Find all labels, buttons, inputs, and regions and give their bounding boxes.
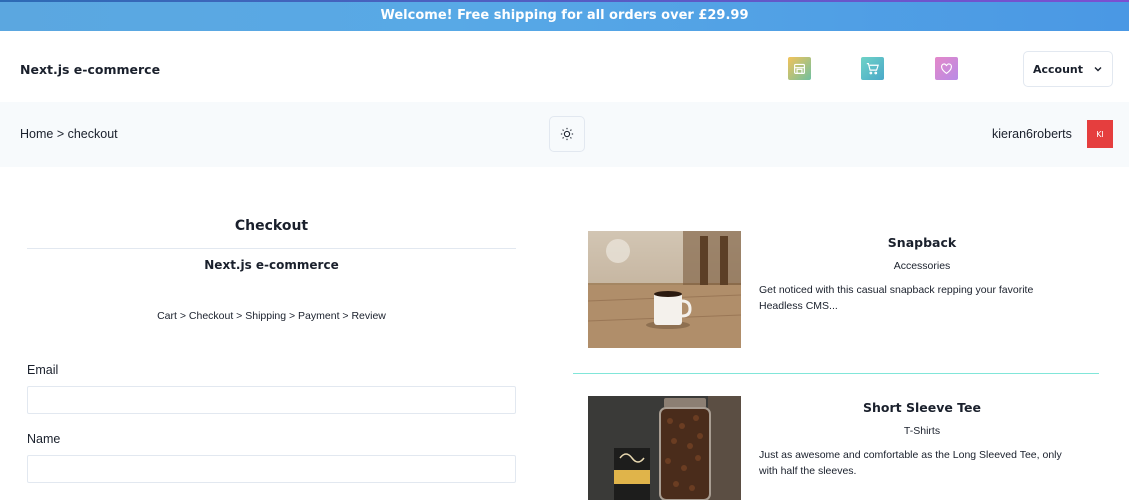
product-item: Short Sleeve Tee T-Shirts Just as awesom…: [573, 396, 1099, 500]
promo-banner-text: Welcome! Free shipping for all orders ov…: [380, 8, 749, 23]
chevron-down-icon: [1094, 67, 1102, 72]
username: kieran6roberts: [992, 127, 1072, 141]
checkout-store-name: Next.js e-commerce: [204, 258, 339, 272]
product-description: Just as awesome and comfortable as the L…: [759, 449, 1062, 477]
store-icon[interactable]: [788, 57, 811, 80]
product-description: Get noticed with this casual snapback re…: [759, 284, 1034, 312]
checkout-steps: Cart > Checkout > Shipping > Payment > R…: [157, 310, 386, 322]
account-label: Account: [1032, 62, 1084, 76]
product-category: T-Shirts: [903, 425, 941, 437]
account-button[interactable]: Account: [1023, 51, 1113, 87]
breadcrumb[interactable]: Home > checkout: [20, 127, 118, 141]
divider: [27, 248, 516, 249]
breadcrumb-bar: Home > checkout kieran6roberts KI: [0, 102, 1129, 167]
product-image-coffee-jar[interactable]: [588, 396, 741, 500]
name-field[interactable]: [27, 455, 516, 483]
theme-toggle-button[interactable]: [549, 116, 585, 152]
name-label: Name: [27, 432, 61, 446]
promo-banner: Welcome! Free shipping for all orders ov…: [0, 0, 1129, 31]
email-label: Email: [27, 363, 59, 377]
sun-icon: [560, 127, 574, 141]
product-name[interactable]: Short Sleeve Tee: [759, 400, 1085, 415]
divider: [573, 373, 1099, 374]
brand-logo[interactable]: Next.js e-commerce: [20, 62, 160, 77]
site-header: Next.js e-commerce Account: [0, 31, 1129, 102]
product-item: Snapback Accessories Get noticed with th…: [573, 231, 1099, 351]
product-category: Accessories: [893, 260, 951, 272]
avatar[interactable]: KI: [1087, 120, 1113, 148]
heart-icon[interactable]: [935, 57, 958, 80]
cart-icon[interactable]: [861, 57, 884, 80]
product-image-coffee-mug[interactable]: [588, 231, 741, 348]
email-field[interactable]: [27, 386, 516, 414]
product-name[interactable]: Snapback: [759, 235, 1085, 250]
checkout-title: Checkout: [234, 218, 309, 234]
